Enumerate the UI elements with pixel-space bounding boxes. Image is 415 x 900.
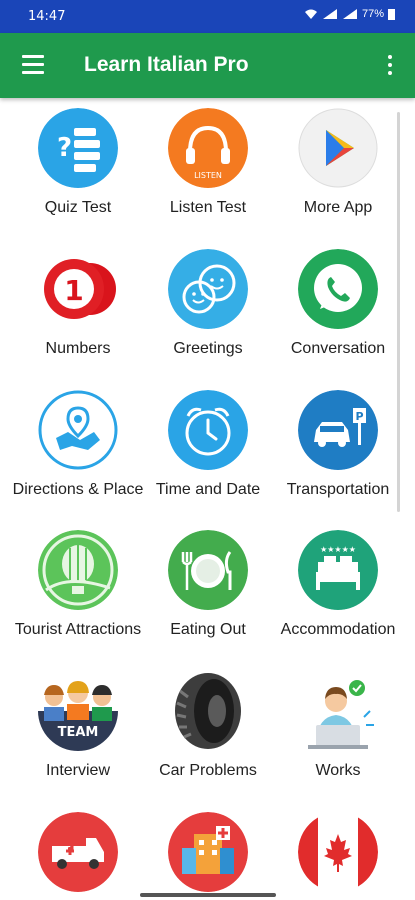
phone-chat-icon — [298, 249, 378, 329]
map-pin-icon — [38, 390, 118, 470]
grid-item-canada[interactable] — [270, 802, 406, 900]
app-title: Learn Italian Pro — [84, 53, 249, 76]
signal-icon-2 — [342, 9, 357, 19]
worker-laptop-icon — [298, 671, 378, 751]
ambulance-icon — [38, 812, 118, 892]
plate-cutlery-icon — [168, 530, 248, 610]
status-bar: 14:47 77% — [0, 0, 415, 33]
grid-item-eating-out[interactable]: Eating Out — [140, 520, 276, 660]
grid-item-label: Eating Out — [170, 621, 246, 638]
grid-item-directions-place[interactable]: Directions & Place — [10, 380, 146, 520]
grid-item-label: Works — [315, 762, 361, 779]
category-grid: ? Quiz Test LISTEN Listen Test More App … — [0, 98, 415, 900]
grid-item-label: Car Problems — [159, 762, 257, 779]
team-people-icon: TEAM — [38, 671, 118, 751]
svg-text:★★★★★: ★★★★★ — [320, 545, 356, 554]
grid-item-label: Greetings — [173, 340, 243, 357]
listen-badge-text: LISTEN — [194, 171, 222, 180]
grid-item-label: Directions & Place — [12, 481, 144, 498]
grid-item-label: Tourist Attractions — [14, 621, 142, 638]
grid-item-label: Transportation — [286, 481, 390, 498]
grid-item-label: Interview — [45, 762, 111, 779]
grid-item-interview[interactable]: TEAM Interview — [10, 661, 146, 801]
signal-icon — [322, 9, 337, 19]
svg-text:?: ? — [57, 133, 72, 163]
battery-percent: 77% — [361, 8, 384, 20]
status-icons: 77% — [304, 8, 395, 20]
grid-item-quiz-test[interactable]: ? Quiz Test — [10, 98, 146, 238]
grid-item-time-date[interactable]: Time and Date — [140, 380, 276, 520]
grid-item-emergency[interactable] — [10, 802, 146, 900]
car-parking-icon: P — [298, 390, 378, 470]
svg-text:1: 1 — [64, 274, 83, 307]
grid-item-label: Time and Date — [155, 481, 261, 498]
svg-text:P: P — [355, 410, 363, 423]
number-one-icon: 1 — [38, 249, 118, 329]
headphones-icon: LISTEN — [168, 108, 248, 188]
gesture-nav-handle[interactable] — [140, 893, 276, 897]
grid-item-car-problems[interactable]: Car Problems — [140, 661, 276, 801]
grid-item-label: Accommodation — [280, 621, 396, 638]
grid-item-label: Quiz Test — [44, 199, 112, 216]
grid-item-label: Listen Test — [169, 199, 247, 216]
hamburger-menu-icon[interactable] — [22, 55, 44, 75]
grid-item-label: More App — [303, 199, 373, 216]
grid-item-more-app[interactable]: More App — [270, 98, 406, 238]
overflow-menu-icon[interactable] — [387, 55, 393, 77]
app-bar: Learn Italian Pro — [0, 33, 415, 98]
alarm-clock-icon — [168, 390, 248, 470]
hotel-bed-icon: ★★★★★ — [298, 530, 378, 610]
tire-icon — [168, 671, 248, 751]
grid-item-transportation[interactable]: P Transportation — [270, 380, 406, 520]
grid-item-numbers[interactable]: 1 Numbers — [10, 239, 146, 379]
scrollbar[interactable] — [397, 112, 400, 512]
grid-item-label: Numbers — [45, 340, 111, 357]
team-badge-text: TEAM — [58, 725, 99, 740]
grid-item-label: Conversation — [290, 340, 386, 357]
grid-item-works[interactable]: Works — [270, 661, 406, 801]
grid-item-accommodation[interactable]: ★★★★★ Accommodation — [270, 520, 406, 660]
grid-item-hospital[interactable] — [140, 802, 276, 900]
grid-item-tourist-attractions[interactable]: Tourist Attractions — [10, 520, 146, 660]
grid-item-greetings[interactable]: Greetings — [140, 239, 276, 379]
wifi-icon — [304, 9, 317, 19]
grid-item-conversation[interactable]: Conversation — [270, 239, 406, 379]
hospital-building-icon — [168, 812, 248, 892]
quiz-icon: ? — [38, 108, 118, 188]
hot-air-balloon-icon — [38, 530, 118, 610]
grid-item-listen-test[interactable]: LISTEN Listen Test — [140, 98, 276, 238]
status-time: 14:47 — [28, 9, 66, 24]
battery-icon — [388, 9, 395, 20]
canada-flag-icon — [298, 812, 378, 892]
chat-smiley-icon — [168, 249, 248, 329]
play-store-icon — [298, 108, 378, 188]
